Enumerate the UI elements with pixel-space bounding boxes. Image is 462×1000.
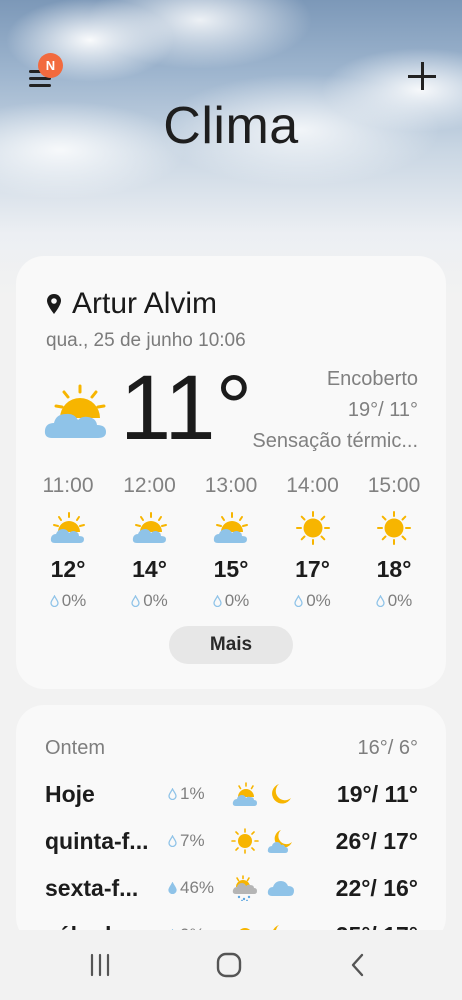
home-icon xyxy=(216,952,242,978)
hourly-item: 14:00 17° 0% xyxy=(273,474,353,611)
hour-time: 12:00 xyxy=(123,474,176,497)
recent-apps-button[interactable] xyxy=(80,950,120,980)
partly-cloudy-icon xyxy=(44,384,106,438)
system-navigation-bar xyxy=(0,930,462,1000)
high-low-temperature: 19°/ 11° xyxy=(347,399,418,421)
day-precipitation: 1% xyxy=(180,784,205,803)
location-pin-icon xyxy=(47,294,61,314)
water-drop-icon xyxy=(50,595,59,607)
notification-badge: N xyxy=(38,53,63,78)
hour-temperature: 14° xyxy=(132,556,167,582)
hour-time: 13:00 xyxy=(204,474,258,497)
hour-time: 14:00 xyxy=(286,474,339,497)
hourly-forecast[interactable]: 11:00 12° 0% 12:00 14° 0% 13:00 15° 0% 1… xyxy=(28,474,434,611)
sun-icon xyxy=(231,828,259,854)
water-drop-icon xyxy=(168,788,177,800)
partly-cloudy-icon xyxy=(50,512,85,543)
more-button[interactable]: Mais xyxy=(169,626,293,664)
sun-icon xyxy=(377,511,411,545)
cloudy-night-icon xyxy=(267,830,292,853)
partly-cloudy-icon xyxy=(132,512,167,543)
water-drop-icon xyxy=(376,595,385,607)
yesterday-temperature: 16°/ 6° xyxy=(357,737,418,759)
hour-temperature: 12° xyxy=(50,556,86,582)
day-precipitation: 46% xyxy=(180,878,215,897)
hour-precipitation: 0% xyxy=(224,591,250,610)
hour-time: 11:00 xyxy=(42,474,94,497)
moon-icon xyxy=(272,784,291,804)
hour-time: 15:00 xyxy=(367,474,421,497)
hourly-item: 13:00 15° 0% xyxy=(191,474,271,611)
water-drop-icon xyxy=(168,835,177,847)
page-title: Clima xyxy=(163,97,299,155)
sun-icon xyxy=(295,511,330,545)
day-temperature: 19°/ 11° xyxy=(336,781,418,807)
current-datetime: qua., 25 de junho 10:06 xyxy=(46,330,246,351)
daily-row[interactable]: sexta-f... 46% 22°/ 16° xyxy=(45,869,418,909)
hour-temperature: 15° xyxy=(213,556,249,582)
day-name: quinta-f... xyxy=(45,828,149,854)
day-temperature: 22°/ 16° xyxy=(335,875,418,901)
day-name: sexta-f... xyxy=(45,875,139,901)
back-icon xyxy=(351,953,364,977)
recent-apps-icon xyxy=(90,953,110,977)
partly-cloudy-icon xyxy=(213,512,248,543)
current-weather-card[interactable]: Artur Alvim qua., 25 de junho 10:06 11° … xyxy=(16,256,446,689)
hourly-item: 15:00 18° 0% xyxy=(354,474,434,611)
daily-row[interactable]: quinta-f... 7% 26°/ 17° xyxy=(45,822,418,862)
yesterday-label: Ontem xyxy=(45,737,106,759)
add-location-button[interactable] xyxy=(404,58,440,94)
hour-temperature: 18° xyxy=(376,556,412,582)
cloud-icon xyxy=(267,881,294,896)
water-drop-icon xyxy=(168,882,177,894)
daily-row[interactable]: Hoje 1% 19°/ 11° xyxy=(45,775,418,815)
back-button[interactable] xyxy=(338,950,378,980)
hamburger-menu-icon-bar xyxy=(29,84,51,87)
hour-precipitation: 0% xyxy=(306,591,331,610)
condition-text: Encoberto xyxy=(326,368,418,390)
water-drop-icon xyxy=(131,595,140,607)
daily-forecast-card[interactable]: Ontem 16°/ 6° Hoje 1% 19°/ 11° quinta-f.… xyxy=(16,705,446,945)
rain-icon xyxy=(232,875,257,901)
day-temperature: 26°/ 17° xyxy=(335,828,418,854)
day-name: Hoje xyxy=(45,781,95,807)
hour-precipitation: 0% xyxy=(143,591,168,610)
hourly-item: 11:00 12° 0% xyxy=(28,474,108,611)
water-drop-icon xyxy=(294,595,303,607)
hour-precipitation: 0% xyxy=(387,591,413,610)
hourly-item: 12:00 14° 0% xyxy=(110,474,190,611)
home-button[interactable] xyxy=(209,950,249,980)
hour-temperature: 17° xyxy=(295,556,330,582)
day-precipitation: 7% xyxy=(180,831,205,850)
feels-like-text: Sensação térmic... xyxy=(252,430,418,452)
hour-precipitation: 0% xyxy=(61,591,87,610)
location-name: Artur Alvim xyxy=(72,287,218,320)
water-drop-icon xyxy=(213,595,222,607)
partly-cloudy-icon xyxy=(232,782,257,806)
